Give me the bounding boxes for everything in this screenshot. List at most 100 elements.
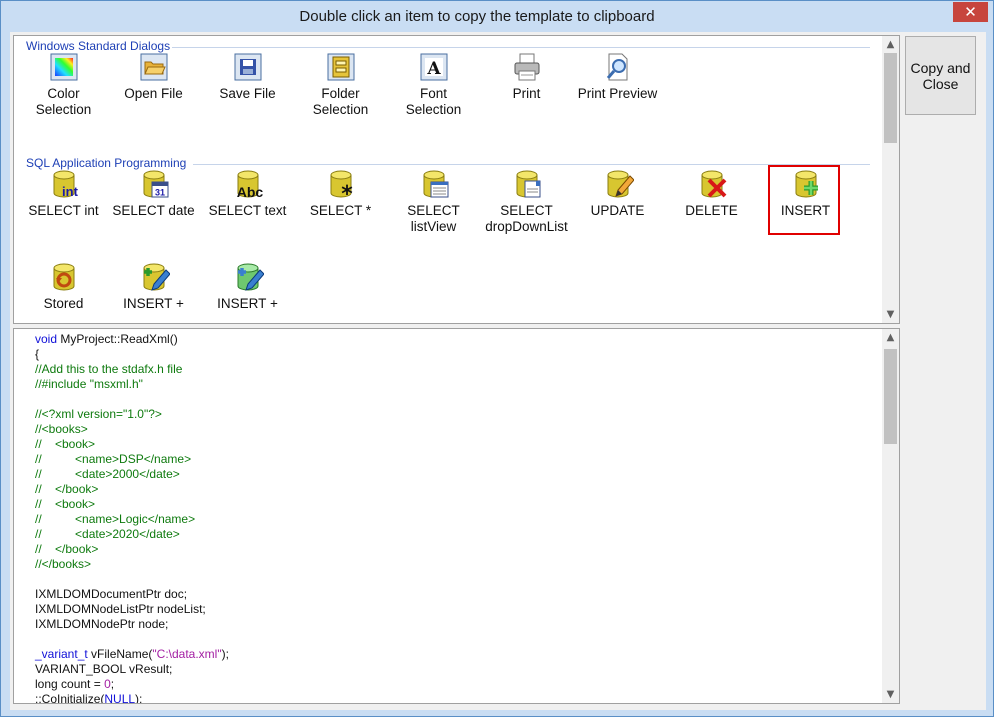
print-preview-icon (571, 51, 664, 83)
template-item-insert[interactable]: INSERT + (201, 261, 294, 312)
code-line: // <book> (35, 497, 96, 511)
code-line: VARIANT_BOOL vResult; (35, 662, 173, 676)
folder-open-icon (107, 51, 200, 83)
db-text-icon: Abc (201, 168, 294, 200)
db-date-icon: 31 (107, 168, 200, 200)
scroll-up-icon[interactable]: ▲ (882, 36, 899, 53)
code-line: //</books> (35, 557, 92, 571)
svg-text:int: int (62, 184, 79, 199)
item-label: Color Selection (35, 86, 92, 117)
db-insert-plus-2-icon (201, 261, 294, 293)
floppy-disk-icon (201, 51, 294, 83)
code-line: // <name>Logic</name> (35, 512, 196, 526)
close-button[interactable]: ✕ (953, 2, 988, 22)
template-item-color-selection[interactable]: Color Selection (17, 51, 110, 118)
item-label: Print Preview (577, 86, 658, 101)
template-item-print[interactable]: Print (480, 51, 573, 102)
item-label: Print (512, 86, 541, 101)
copy-and-close-button[interactable]: Copy and Close (905, 36, 976, 115)
template-item-select[interactable]: * SELECT * (294, 168, 387, 219)
template-item-update[interactable]: UPDATE (571, 168, 664, 219)
template-item-open-file[interactable]: Open File (107, 51, 200, 102)
printer-icon (480, 51, 573, 83)
item-label: SELECT date (112, 203, 195, 218)
db-stored-icon (17, 261, 110, 293)
svg-text:*: * (341, 182, 353, 200)
item-label: Stored (43, 296, 84, 311)
code-preview-panel: void MyProject::ReadXml(){//Add this to … (13, 328, 900, 704)
code-line: //<books> (35, 422, 88, 436)
code-line: //#include "msxml.h" (35, 377, 143, 391)
item-label: Folder Selection (312, 86, 369, 117)
window-title: Double click an item to copy the templat… (299, 8, 655, 25)
template-item-font-selection[interactable]: A Font Selection (387, 51, 480, 118)
db-listview-icon (387, 168, 480, 200)
item-label: INSERT + (123, 296, 184, 311)
template-item-select-int[interactable]: int SELECT int (17, 168, 110, 219)
scroll-down-icon[interactable]: ▼ (882, 686, 899, 703)
item-label: INSERT + (217, 296, 278, 311)
db-int-icon: int (17, 168, 110, 200)
code-line: // <name>DSP</name> (35, 452, 192, 466)
template-item-select-dropdownlist[interactable]: SELECT dropDownList (480, 168, 573, 235)
template-item-stored[interactable]: Stored (17, 261, 110, 312)
title-bar[interactable]: Double click an item to copy the templat… (1, 1, 993, 32)
client-area: ▲ ▼ Windows Standard Dialogs Color Select… (10, 32, 986, 710)
code-line: { (35, 347, 40, 361)
code-line: // <book> (35, 437, 96, 451)
template-item-select-date[interactable]: 31 SELECT date (107, 168, 200, 219)
code-text[interactable]: void MyProject::ReadXml(){//Add this to … (35, 332, 229, 704)
item-label: Save File (219, 86, 276, 101)
code-line: void MyProject::ReadXml() (35, 332, 178, 346)
list-scrollbar[interactable]: ▲ ▼ (882, 36, 899, 323)
code-line: IXMLDOMNodePtr node; (35, 617, 169, 631)
item-label: SELECT listView (407, 203, 460, 234)
db-update-icon (571, 168, 664, 200)
item-label: SELECT * (309, 203, 372, 218)
template-item-select-text[interactable]: Abc SELECT text (201, 168, 294, 219)
scroll-thumb[interactable] (884, 53, 897, 143)
template-item-folder-selection[interactable]: Folder Selection (294, 51, 387, 118)
template-item-save-file[interactable]: Save File (201, 51, 294, 102)
folder-select-icon (294, 51, 387, 83)
item-label: Font Selection (405, 86, 462, 117)
color-palette-icon (17, 51, 110, 83)
code-line: // <date>2000</date> (35, 467, 180, 481)
template-item-delete[interactable]: DELETE (665, 168, 758, 219)
item-label: UPDATE (590, 203, 645, 218)
app-window: Double click an item to copy the templat… (0, 0, 994, 717)
item-label: SELECT dropDownList (485, 203, 568, 234)
scroll-up-icon[interactable]: ▲ (882, 329, 899, 346)
code-line: //Add this to the stdafx.h file (35, 362, 183, 376)
scroll-down-icon[interactable]: ▼ (882, 306, 899, 323)
template-item-insert[interactable]: INSERT + (107, 261, 200, 312)
item-label: SELECT int (28, 203, 99, 218)
item-label: DELETE (685, 203, 738, 218)
code-line: long count = 0; (35, 677, 115, 691)
code-line: // </book> (35, 542, 99, 556)
svg-text:Abc: Abc (236, 184, 263, 200)
scroll-thumb[interactable] (884, 349, 897, 444)
template-item-print-preview[interactable]: Print Preview (571, 51, 664, 102)
code-line: // </book> (35, 482, 99, 496)
code-line: IXMLDOMDocumentPtr doc; (35, 587, 188, 601)
item-label: SELECT text (208, 203, 287, 218)
svg-text:31: 31 (154, 188, 164, 198)
svg-text:A: A (426, 59, 441, 79)
selection-highlight (768, 165, 840, 235)
font-icon: A (387, 51, 480, 83)
item-label: Open File (124, 86, 183, 101)
code-line: // <date>2020</date> (35, 527, 180, 541)
template-list-panel: ▲ ▼ Windows Standard Dialogs Color Select… (13, 35, 900, 324)
db-insert-plus-icon (107, 261, 200, 293)
template-item-select-listview[interactable]: SELECT listView (387, 168, 480, 235)
code-line: //<?xml version="1.0"?> (35, 407, 162, 421)
code-line: IXMLDOMNodeListPtr nodeList; (35, 602, 206, 616)
code-line: ::CoInitialize(NULL); (35, 692, 143, 704)
code-scrollbar[interactable]: ▲ ▼ (882, 329, 899, 703)
group-divider (172, 47, 870, 48)
db-star-icon: * (294, 168, 387, 200)
